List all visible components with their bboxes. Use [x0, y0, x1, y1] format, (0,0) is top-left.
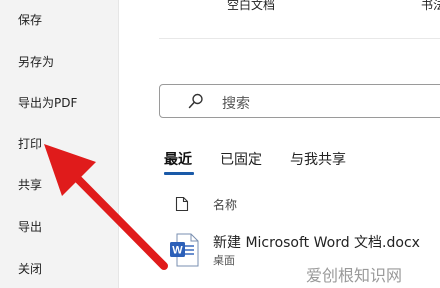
tab-shared-with-me[interactable]: 与我共享 — [290, 149, 346, 169]
document-icon — [175, 196, 189, 212]
active-tab-indicator — [164, 172, 194, 175]
sidebar-item-export-pdf[interactable]: 导出为PDF — [18, 95, 77, 111]
template-second-caption[interactable]: 书法 — [421, 0, 440, 13]
search-placeholder: 搜索 — [222, 96, 250, 112]
sidebar-item-share[interactable]: 共享 — [18, 177, 42, 193]
word-doc-icon: W — [170, 233, 199, 267]
sidebar-item-export[interactable]: 导出 — [18, 219, 42, 235]
watermark-text: 爱创根知识网 — [306, 266, 403, 285]
file-location: 桌面 — [213, 254, 235, 267]
column-header-name[interactable]: 名称 — [213, 196, 237, 213]
search-input[interactable]: 搜索 — [159, 84, 440, 118]
svg-text:W: W — [172, 245, 183, 257]
sidebar-item-save[interactable]: 保存 — [18, 12, 42, 28]
sidebar-item-print[interactable]: 打印 — [18, 136, 42, 152]
search-icon — [188, 93, 203, 109]
template-blank-caption[interactable]: 空白文档 — [227, 0, 275, 13]
main-panel: 空白文档 书法 搜索 最近 已固定 与我共享 名称 W 新建 Microsoft… — [119, 0, 440, 288]
section-divider — [159, 38, 440, 39]
sidebar-item-save-as[interactable]: 另存为 — [18, 54, 54, 70]
tab-recent[interactable]: 最近 — [164, 149, 192, 169]
tab-pinned[interactable]: 已固定 — [220, 149, 262, 169]
file-name: 新建 Microsoft Word 文档.docx — [213, 235, 420, 251]
file-menu-sidebar: 保存 另存为 导出为PDF 打印 共享 导出 关闭 — [0, 0, 118, 288]
sidebar-item-close[interactable]: 关闭 — [18, 261, 42, 277]
